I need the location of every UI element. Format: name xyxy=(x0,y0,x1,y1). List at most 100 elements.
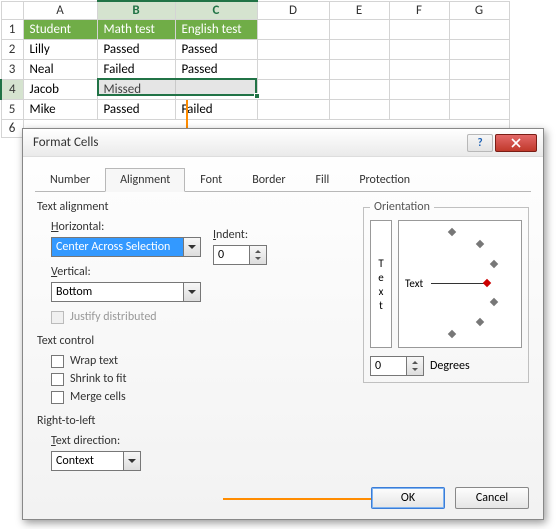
row-header[interactable]: 4 xyxy=(1,79,23,99)
degrees-spinner[interactable]: 0 xyxy=(370,356,424,376)
orientation-group: Orientation Text Text xyxy=(363,200,529,383)
spreadsheet-grid: A B C D E F G 1 Student Math test Englis… xyxy=(0,0,557,138)
wrap-label: Wrap text xyxy=(70,354,118,368)
cell[interactable] xyxy=(329,59,389,79)
cell[interactable]: English test xyxy=(175,19,257,39)
row-header[interactable]: 3 xyxy=(1,59,23,79)
text-alignment-label: Text alignment xyxy=(37,200,351,214)
dialog-titlebar[interactable]: Format Cells ? xyxy=(23,129,543,157)
cell[interactable] xyxy=(449,79,509,99)
cell[interactable] xyxy=(389,59,449,79)
orientation-handle-icon[interactable] xyxy=(483,279,491,287)
help-button[interactable]: ? xyxy=(467,134,493,152)
cell[interactable] xyxy=(389,19,449,39)
format-cells-dialog: Format Cells ? Number Alignment Font Bor… xyxy=(22,128,544,520)
row-header[interactable]: 2 xyxy=(1,39,23,59)
row-header[interactable]: 6 xyxy=(1,119,23,137)
merge-cells-checkbox[interactable]: Merge cells xyxy=(51,390,351,404)
close-button[interactable] xyxy=(495,134,537,152)
cell[interactable] xyxy=(449,99,509,119)
checkbox-icon xyxy=(51,355,64,368)
horizontal-value: Center Across Selection xyxy=(51,237,184,257)
degrees-value[interactable]: 0 xyxy=(370,356,407,376)
cell[interactable] xyxy=(257,19,329,39)
dialog-title: Format Cells xyxy=(33,135,465,150)
checkbox-icon xyxy=(51,311,64,324)
spinner-down-icon[interactable] xyxy=(412,366,418,375)
chevron-down-icon[interactable] xyxy=(124,451,141,471)
tab-font[interactable]: Font xyxy=(185,168,237,192)
cancel-button[interactable]: Cancel xyxy=(455,487,529,509)
cell[interactable]: Passed xyxy=(97,39,175,59)
cell[interactable]: Neal xyxy=(23,59,97,79)
cell[interactable] xyxy=(329,99,389,119)
cell[interactable] xyxy=(389,39,449,59)
orientation-text: Text xyxy=(405,277,423,290)
text-direction-value: Context xyxy=(51,451,124,471)
cell[interactable]: Jacob xyxy=(23,79,97,99)
merge-label: Merge cells xyxy=(70,390,126,404)
tab-protection[interactable]: Protection xyxy=(344,168,425,192)
chevron-down-icon[interactable] xyxy=(184,282,201,302)
cell[interactable]: Missed xyxy=(97,79,175,99)
vertical-text-button[interactable]: Text xyxy=(370,220,392,348)
shrink-label: Shrink to fit xyxy=(70,372,127,386)
tab-number[interactable]: Number xyxy=(35,168,105,192)
justify-label: Justify distributed xyxy=(70,310,157,324)
row-header[interactable]: 5 xyxy=(1,99,23,119)
cell[interactable]: Failed xyxy=(97,59,175,79)
cell[interactable] xyxy=(389,79,449,99)
col-header-d[interactable]: D xyxy=(257,1,329,19)
cell[interactable] xyxy=(257,39,329,59)
wrap-text-checkbox[interactable]: Wrap text xyxy=(51,354,351,368)
row-header[interactable]: 1 xyxy=(1,19,23,39)
cell[interactable]: Lilly xyxy=(23,39,97,59)
fill-handle[interactable] xyxy=(254,93,260,99)
cell[interactable] xyxy=(389,99,449,119)
close-icon xyxy=(511,138,521,148)
cell[interactable] xyxy=(175,79,257,99)
annotation-arrow xyxy=(223,498,393,500)
cell[interactable] xyxy=(329,19,389,39)
cell[interactable] xyxy=(329,39,389,59)
indent-spinner[interactable]: 0 xyxy=(213,245,267,265)
tab-alignment[interactable]: Alignment xyxy=(105,168,185,192)
cell[interactable] xyxy=(449,19,509,39)
spinner-up-icon[interactable] xyxy=(412,357,418,366)
text-control-label: Text control xyxy=(37,334,351,348)
vertical-label: Vertical: xyxy=(51,265,351,279)
shrink-to-fit-checkbox[interactable]: Shrink to fit xyxy=(51,372,351,386)
col-header-g[interactable]: G xyxy=(449,1,509,19)
indent-label: Indent: xyxy=(213,228,267,242)
col-header-b[interactable]: B xyxy=(97,1,175,19)
col-header-a[interactable]: A xyxy=(23,1,97,19)
indent-value[interactable]: 0 xyxy=(213,245,250,265)
spinner-down-icon[interactable] xyxy=(255,255,261,264)
tab-border[interactable]: Border xyxy=(237,168,300,192)
cell[interactable] xyxy=(257,99,329,119)
select-all-corner[interactable] xyxy=(1,1,23,19)
ok-button[interactable]: OK xyxy=(371,487,445,509)
col-header-e[interactable]: E xyxy=(329,1,389,19)
cell[interactable] xyxy=(257,79,329,99)
cell[interactable] xyxy=(449,39,509,59)
col-header-f[interactable]: F xyxy=(389,1,449,19)
text-direction-dropdown[interactable]: Context xyxy=(51,451,141,471)
horizontal-dropdown[interactable]: Center Across Selection xyxy=(51,237,201,257)
justify-distributed-checkbox: Justify distributed xyxy=(51,310,351,324)
cell[interactable] xyxy=(329,79,389,99)
tab-fill[interactable]: Fill xyxy=(301,168,345,192)
orientation-dial[interactable]: Text xyxy=(398,220,522,348)
cell[interactable] xyxy=(449,59,509,79)
chevron-down-icon[interactable] xyxy=(184,237,201,257)
col-header-c[interactable]: C xyxy=(175,1,257,19)
vertical-dropdown[interactable]: Bottom xyxy=(51,282,201,302)
cell[interactable]: Passed xyxy=(175,39,257,59)
cell[interactable]: Mike xyxy=(23,99,97,119)
cell[interactable]: Passed xyxy=(97,99,175,119)
cell[interactable]: Math test xyxy=(97,19,175,39)
cell[interactable]: Student xyxy=(23,19,97,39)
spinner-up-icon[interactable] xyxy=(255,246,261,255)
cell[interactable] xyxy=(257,59,329,79)
cell[interactable]: Passed xyxy=(175,59,257,79)
